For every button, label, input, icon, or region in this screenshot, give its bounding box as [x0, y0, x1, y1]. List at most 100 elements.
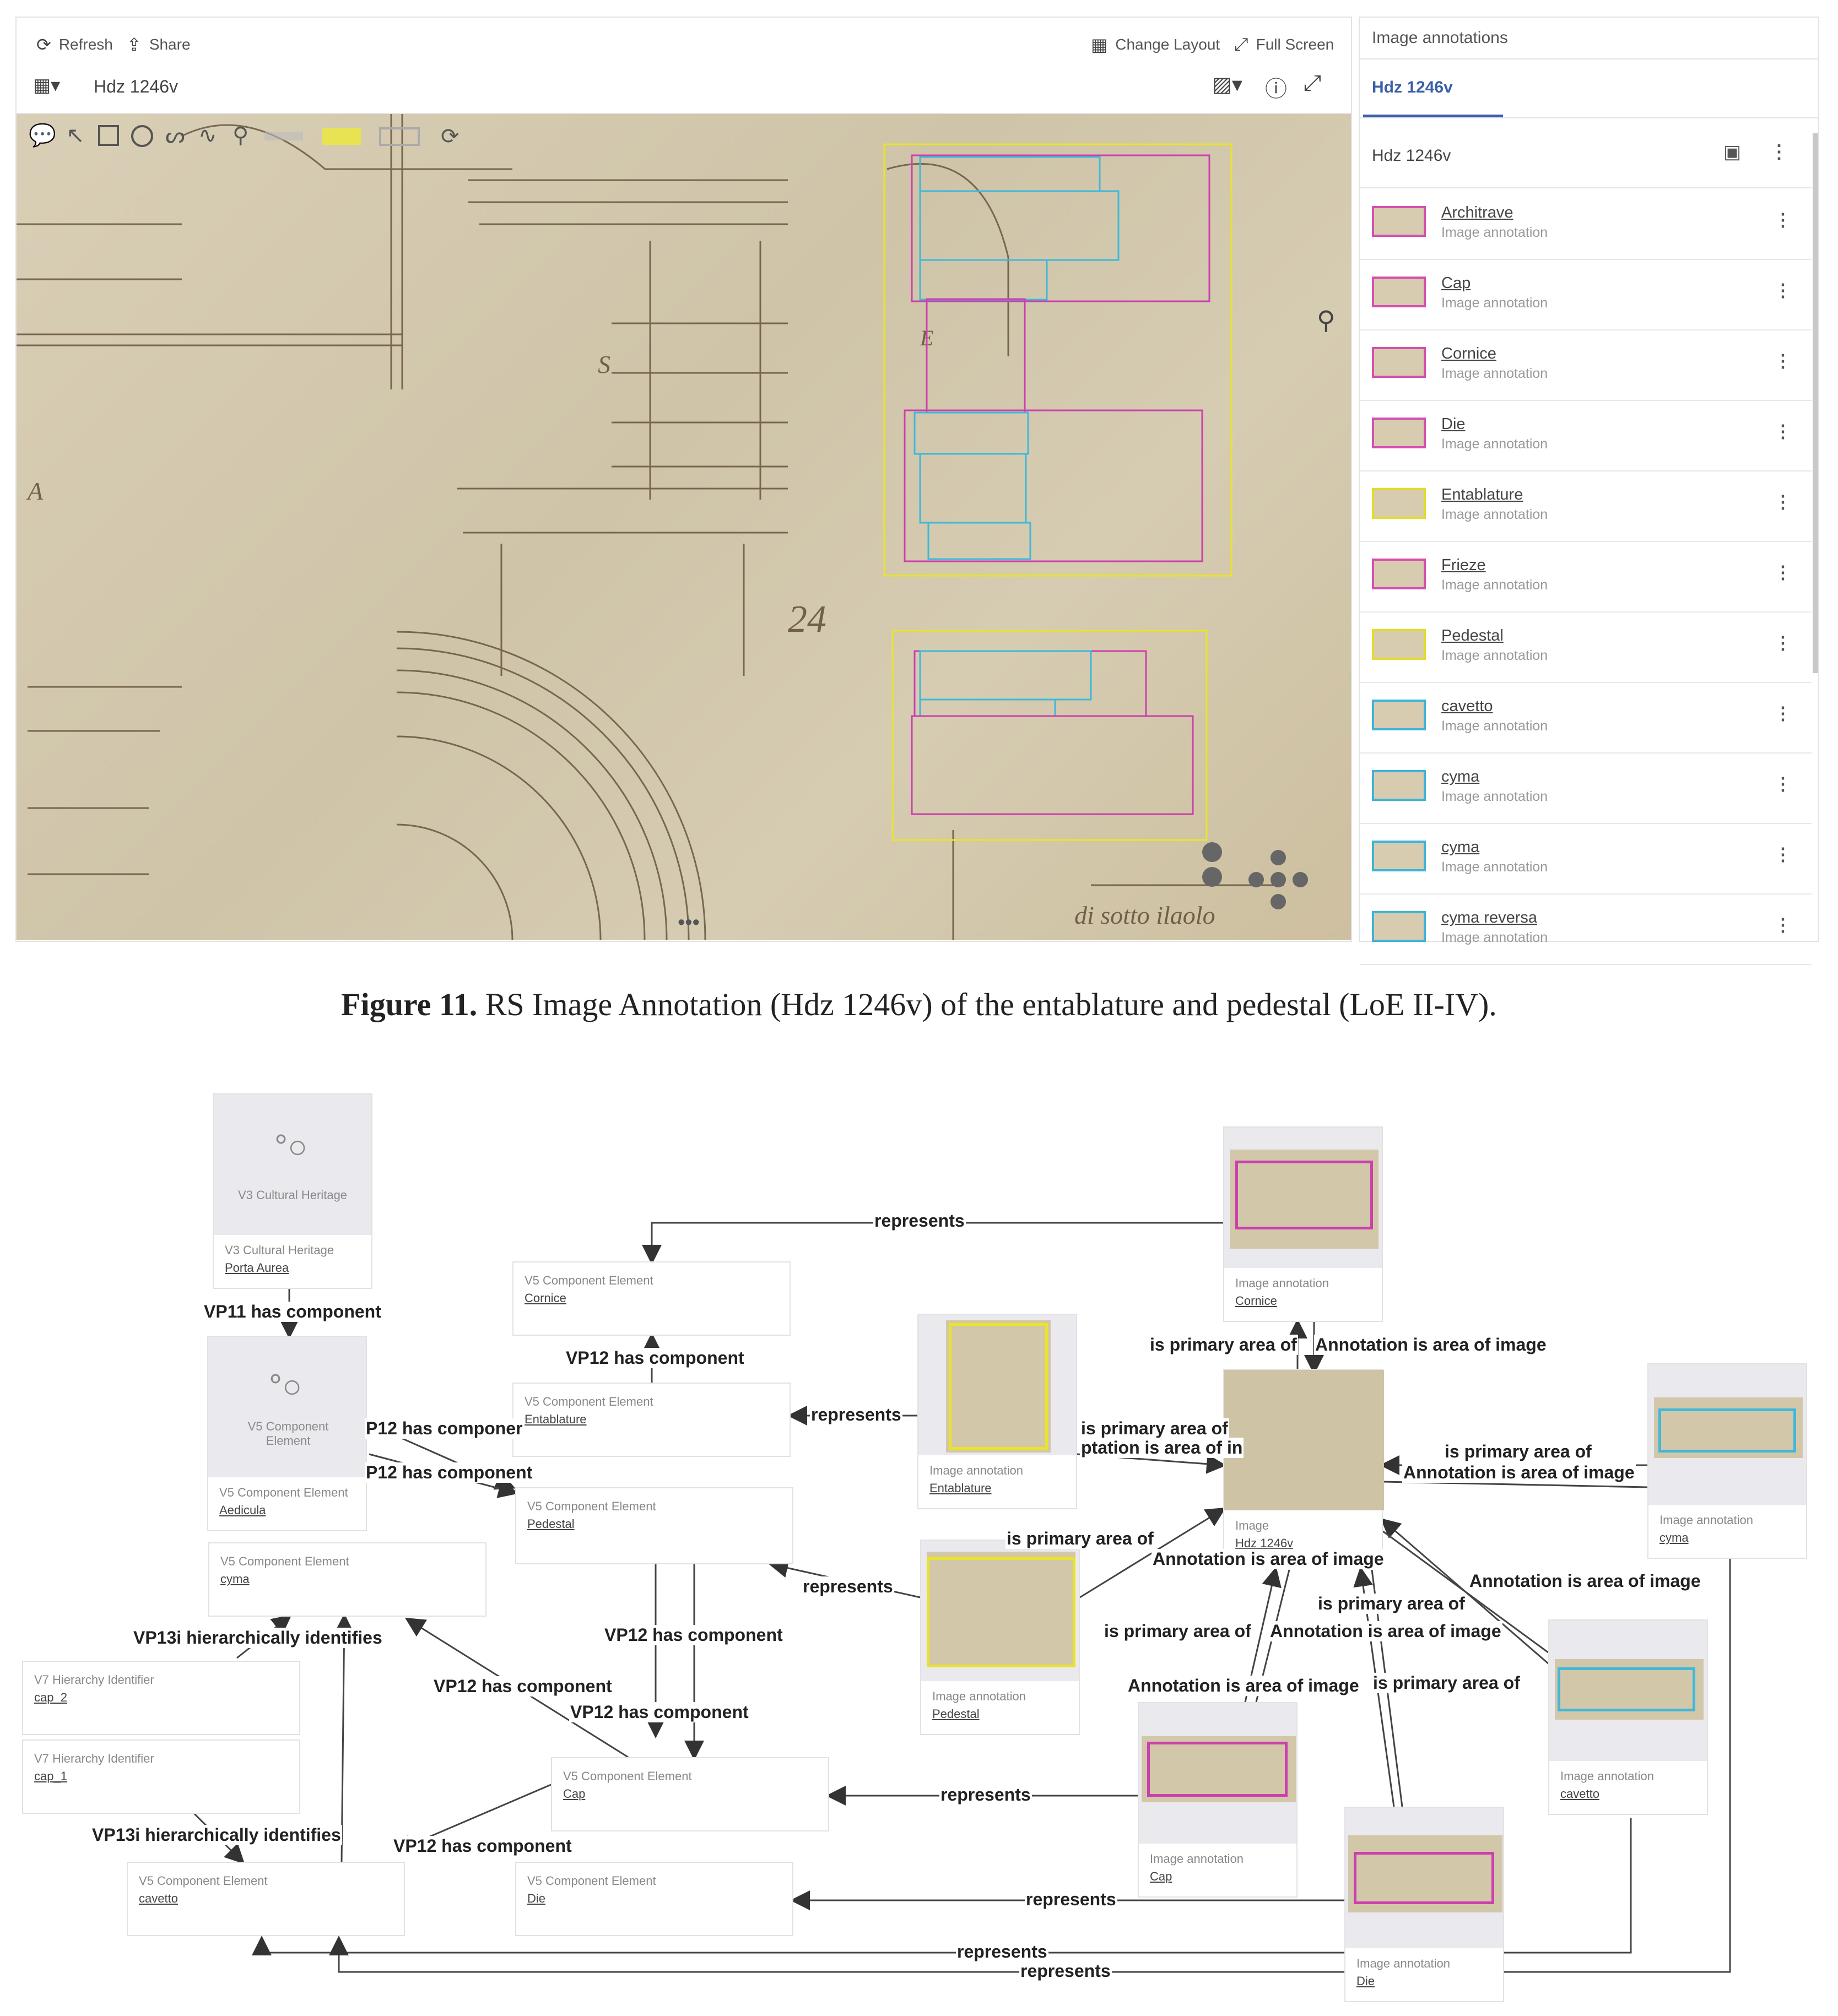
- node-label[interactable]: Die: [527, 1892, 545, 1906]
- node-thumb-area: [1224, 1370, 1384, 1510]
- node-type: Image annotation: [1659, 1513, 1754, 1527]
- node-type: V5 Component Element: [525, 1273, 653, 1287]
- node-entablature-annotation[interactable]: Image annotation Entablature: [917, 1314, 1077, 1509]
- node-type: V5 Component Element: [527, 1874, 656, 1888]
- node-type: Image annotation: [1235, 1276, 1329, 1290]
- bubbles-icon: °○: [269, 1368, 302, 1405]
- node-thumb-area: [1224, 1128, 1382, 1268]
- node-type: V5 Component Element: [563, 1769, 692, 1783]
- node-label[interactable]: cyma: [1659, 1531, 1689, 1545]
- node-type: Image annotation: [932, 1689, 1026, 1703]
- node-porta-aurea-icon-area: °○ V3 Cultural Heritage: [214, 1094, 371, 1235]
- edge-label: is primary area of: [1103, 1621, 1252, 1641]
- node-label[interactable]: Cornice: [525, 1291, 566, 1305]
- node-type: Image annotation: [1560, 1769, 1655, 1783]
- node-cornice-annotation[interactable]: Image annotation Cornice: [1223, 1126, 1383, 1322]
- edge-label: VP11 has component: [203, 1302, 382, 1322]
- node-label[interactable]: Aedicula: [219, 1503, 266, 1518]
- node-aedicula[interactable]: °○ V5 Component Element V5 Component Ele…: [207, 1336, 367, 1531]
- node-cornice-element[interactable]: V5 Component Element Cornice: [512, 1261, 791, 1336]
- cyma-thumbnail-box: [1658, 1408, 1796, 1453]
- cavetto-thumbnail-box: [1558, 1667, 1695, 1711]
- node-cavetto-element[interactable]: V5 Component Element cavetto: [127, 1862, 405, 1936]
- node-type: V5 Component Element: [220, 1554, 349, 1568]
- node-cyma-element[interactable]: V5 Component Element cyma: [208, 1542, 486, 1617]
- node-type: Image: [1235, 1519, 1269, 1532]
- node-label[interactable]: Cap: [563, 1787, 585, 1801]
- edge-label: ptation is area of in: [1080, 1438, 1244, 1458]
- node-label[interactable]: Die: [1356, 1974, 1375, 1988]
- node-porta-aurea-icon-text: V3 Cultural Heritage: [237, 1188, 348, 1202]
- node-entablature-element[interactable]: V5 Component Element Entablature: [512, 1383, 791, 1457]
- node-cap-2[interactable]: V7 Hierarchy Identifier cap_2: [22, 1661, 300, 1735]
- node-porta-aurea[interactable]: °○ V3 Cultural Heritage V3 Cultural Heri…: [213, 1093, 372, 1289]
- node-cap-annotation[interactable]: Image annotation Cap: [1138, 1702, 1298, 1898]
- edge-label: represents: [939, 1785, 1032, 1805]
- edge-label: represents: [1025, 1889, 1117, 1910]
- node-label[interactable]: cavetto: [1560, 1787, 1599, 1801]
- node-thumb-area: [1549, 1621, 1707, 1761]
- edge-label: VP12 has component: [392, 1836, 573, 1856]
- edge-label: represents: [956, 1942, 1048, 1962]
- node-type: V5 Component Element: [527, 1499, 656, 1513]
- edge-label: is primary area of: [1372, 1673, 1521, 1693]
- edge-label: Annotation is area of image: [1468, 1571, 1702, 1591]
- node-label[interactable]: Cap: [1150, 1869, 1172, 1884]
- image-thumbnail: [1224, 1370, 1384, 1510]
- node-label[interactable]: Entablature: [929, 1481, 992, 1495]
- node-label[interactable]: Pedestal: [932, 1707, 980, 1721]
- node-type: V7 Hierarchy Identifier: [34, 1673, 154, 1687]
- node-type: Image annotation: [929, 1464, 1024, 1477]
- bubbles-icon: °○: [274, 1128, 308, 1165]
- node-type: V5 Component Element: [525, 1395, 653, 1408]
- node-cavetto-annotation[interactable]: Image annotation cavetto: [1548, 1619, 1708, 1815]
- node-pedestal-annotation[interactable]: Image annotation Pedestal: [920, 1540, 1080, 1735]
- edge-label: represents: [1019, 1961, 1112, 1981]
- edge-label: represents: [810, 1405, 902, 1425]
- node-die-annotation[interactable]: Image annotation Die: [1344, 1807, 1504, 2002]
- node-thumb-area: [1139, 1703, 1296, 1844]
- node-label[interactable]: Pedestal: [527, 1517, 575, 1531]
- node-thumb-area: [1648, 1364, 1806, 1505]
- node-thumb-area: [921, 1541, 1079, 1681]
- entablature-thumbnail-box: [949, 1323, 1048, 1450]
- node-thumb-area: [918, 1315, 1076, 1455]
- node-cap-element[interactable]: V5 Component Element Cap: [551, 1757, 829, 1831]
- cap-thumbnail-box: [1147, 1742, 1288, 1797]
- edge-label: represents: [873, 1211, 966, 1231]
- pedestal-thumbnail-box: [927, 1557, 1075, 1667]
- edge-label: Annotation is area of image: [1152, 1549, 1385, 1569]
- node-aedicula-icon-text: V5 Component Element: [247, 1419, 329, 1448]
- node-type: V3 Cultural Heritage: [225, 1243, 334, 1257]
- node-label[interactable]: Porta Aurea: [225, 1261, 289, 1275]
- edge-label: is primary area of: [1444, 1441, 1593, 1462]
- node-label[interactable]: cap_1: [34, 1769, 67, 1784]
- node-label[interactable]: cavetto: [139, 1892, 178, 1906]
- node-cyma-annotation[interactable]: Image annotation cyma: [1647, 1363, 1807, 1559]
- node-image[interactable]: Image Hdz 1246v: [1223, 1369, 1384, 1564]
- edge-label: VP13i hierarchically identifies: [132, 1628, 383, 1648]
- node-label[interactable]: cap_2: [34, 1690, 67, 1705]
- edge-label: P12 has componer: [365, 1418, 524, 1439]
- die-thumbnail-box: [1354, 1852, 1494, 1904]
- node-type: Image annotation: [1150, 1852, 1244, 1866]
- edge-label: VP13i hierarchically identifies: [91, 1825, 342, 1845]
- node-die-element[interactable]: V5 Component Element Die: [515, 1862, 793, 1936]
- node-label[interactable]: Entablature: [525, 1412, 587, 1427]
- edge-label: represents: [802, 1576, 894, 1597]
- node-type: Image annotation: [1356, 1957, 1451, 1970]
- node-label[interactable]: cyma: [220, 1572, 250, 1586]
- node-label[interactable]: Cornice: [1235, 1294, 1277, 1308]
- edge-label: is primary area of: [1006, 1529, 1155, 1549]
- edge-label: is primary area of: [1080, 1418, 1229, 1439]
- node-type: V7 Hierarchy Identifier: [34, 1752, 154, 1765]
- node-cap-1[interactable]: V7 Hierarchy Identifier cap_1: [22, 1739, 300, 1814]
- edge-label: VP12 has component: [569, 1702, 750, 1722]
- node-type: V5 Component Element: [219, 1486, 348, 1499]
- edge-label: is primary area of: [1317, 1594, 1466, 1614]
- node-pedestal-element[interactable]: V5 Component Element Pedestal: [515, 1487, 793, 1564]
- edge-label: VP12 has component: [433, 1676, 613, 1697]
- cornice-thumbnail-box: [1235, 1161, 1373, 1229]
- edge-label: Annotation is area of image: [1314, 1335, 1548, 1355]
- node-thumb-area: [1345, 1808, 1503, 1948]
